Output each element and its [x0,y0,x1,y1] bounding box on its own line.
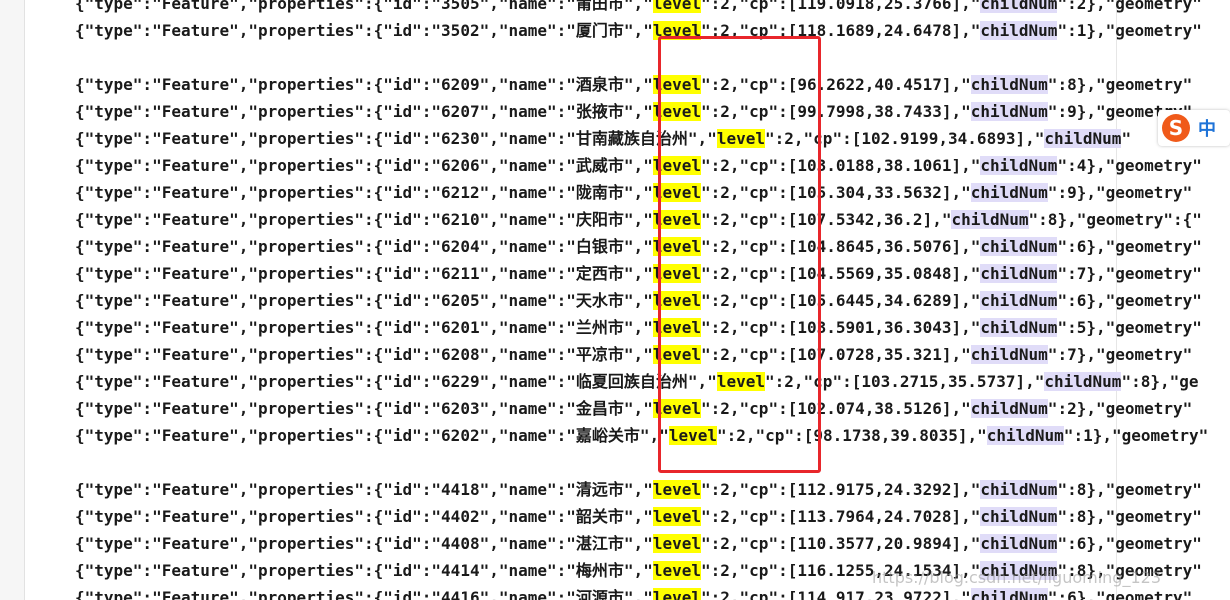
code-line[interactable]: {"type":"Feature","properties":{"id":"44… [75,476,1202,503]
childnum-key-highlight: childNum [980,264,1058,283]
childnum-key-highlight: childNum [1044,129,1122,148]
code-line[interactable]: {"type":"Feature","properties":{"id":"62… [75,395,1192,422]
childnum-key-highlight: childNum [980,291,1058,310]
childnum-key-highlight: childNum [1044,372,1122,391]
childnum-key-highlight: childNum [980,0,1058,13]
ime-mode-label[interactable]: 中 [1198,115,1216,141]
code-line[interactable]: {"type":"Feature","properties":{"id":"62… [75,206,1202,233]
childnum-key-highlight: childNum [970,345,1048,364]
code-line[interactable]: {"type":"Feature","properties":{"id":"62… [75,233,1202,260]
code-line[interactable]: {"type":"Feature","properties":{"id":"62… [75,152,1202,179]
childnum-key-highlight: childNum [980,534,1058,553]
level-key-highlight: level [652,534,701,553]
code-line[interactable]: {"type":"Feature","properties":{"id":"44… [75,503,1202,530]
childnum-key-highlight: childNum [970,102,1048,121]
code-line[interactable]: {"type":"Feature","properties":{"id":"35… [75,17,1202,44]
level-key-highlight: level [652,480,701,499]
code-line[interactable]: {"type":"Feature","properties":{"id":"62… [75,260,1202,287]
code-line[interactable]: {"type":"Feature","properties":{"id":"62… [75,368,1199,395]
childnum-key-highlight: childNum [980,507,1058,526]
code-line[interactable]: {"type":"Feature","properties":{"id":"35… [75,0,1202,17]
level-key-highlight: level [652,588,701,600]
ime-status-badge[interactable]: S 中 [1158,110,1230,146]
code-line[interactable]: {"type":"Feature","properties":{"id":"62… [75,341,1192,368]
code-line[interactable]: {"type":"Feature","properties":{"id":"62… [75,287,1202,314]
code-line[interactable]: {"type":"Feature","properties":{"id":"62… [75,422,1208,449]
code-line[interactable]: {"type":"Feature","properties":{"id":"62… [75,98,1192,125]
level-key-highlight: level [652,561,701,580]
sogou-ime-icon: S [1162,114,1190,142]
childnum-key-highlight: childNum [980,156,1058,175]
csdn-watermark: https://blog.csdn.net/liguoming_123 [872,568,1161,587]
childnum-key-highlight: childNum [980,21,1058,40]
red-annotation-box [658,36,821,473]
code-line[interactable]: {"type":"Feature","properties":{"id":"62… [75,125,1131,152]
level-key-highlight: level [652,507,701,526]
childnum-key-highlight: childNum [980,480,1058,499]
code-lines[interactable]: {"type":"Feature","properties":{"id":"35… [0,0,1230,600]
editor-viewport[interactable]: {"type":"Feature","properties":{"id":"35… [0,0,1230,600]
childnum-key-highlight: childNum [951,210,1029,229]
childnum-key-highlight: childNum [980,237,1058,256]
level-key-highlight: level [652,0,701,13]
code-line[interactable]: {"type":"Feature","properties":{"id":"62… [75,71,1192,98]
childnum-key-highlight: childNum [986,426,1064,445]
code-line[interactable]: {"type":"Feature","properties":{"id":"62… [75,314,1202,341]
childnum-key-highlight: childNum [970,399,1048,418]
childnum-key-highlight: childNum [970,183,1048,202]
childnum-key-highlight: childNum [980,318,1058,337]
childnum-key-highlight: childNum [970,588,1048,600]
code-line[interactable]: {"type":"Feature","properties":{"id":"62… [75,179,1192,206]
code-line[interactable]: {"type":"Feature","properties":{"id":"44… [75,530,1202,557]
childnum-key-highlight: childNum [970,75,1048,94]
